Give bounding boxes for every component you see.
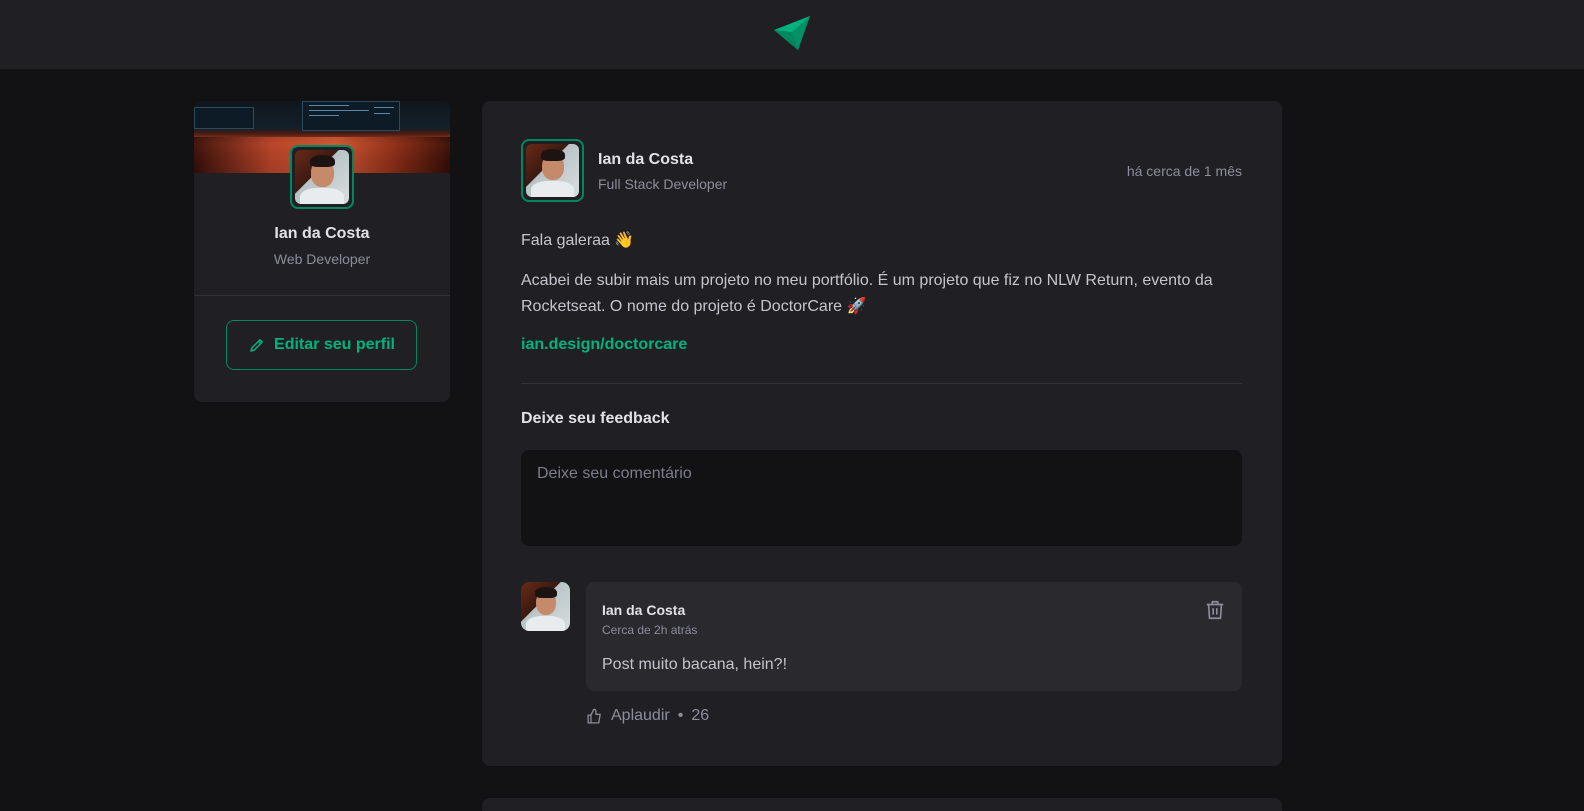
logo-icon (774, 15, 810, 50)
next-post-card (482, 798, 1282, 811)
post-card: Ian da Costa Full Stack Developer há cer… (482, 101, 1282, 766)
comment-text: Post muito bacana, hein?! (602, 656, 788, 673)
profile-role: Web Developer (273, 251, 371, 267)
comment-box: Ian da Costa Cerca de 2h atrás Post muit… (586, 582, 1242, 691)
post-body: Acabei de subir mais um projeto no meu p… (521, 272, 1213, 315)
thumbs-up-icon (587, 708, 601, 724)
post-author-role: Full Stack Developer (598, 176, 728, 192)
profile-avatar (290, 145, 354, 209)
post-author-avatar[interactable] (521, 139, 584, 202)
post-divider (521, 383, 1242, 384)
post-timestamp: há cerca de 1 mês (1126, 163, 1242, 179)
edit-profile-label: Editar seu perfil (274, 336, 395, 353)
profile-name: Ian da Costa (274, 225, 370, 242)
comment-input[interactable] (521, 450, 1242, 546)
applaud-count: 26 (691, 707, 710, 724)
edit-profile-button[interactable]: Editar seu perfil (226, 320, 417, 370)
applaud-label: Aplaudir (611, 707, 670, 724)
applaud-button[interactable]: Aplaudir • 26 (586, 707, 709, 725)
comment-author-avatar[interactable] (521, 582, 570, 631)
pencil-icon (250, 339, 264, 352)
top-header (0, 0, 1584, 69)
comment-author-name: Ian da Costa (602, 602, 686, 618)
post-link[interactable]: ian.design/doctorcare (521, 336, 687, 354)
applaud-separator: • (677, 707, 684, 724)
feedback-title: Deixe seu feedback (521, 410, 670, 427)
profile-sidebar: Ian da Costa Web Developer Editar seu pe… (194, 101, 450, 402)
comment-timestamp: Cerca de 2h atrás (602, 623, 698, 637)
post-greeting: Fala galeraa 👋 (521, 232, 635, 249)
post-author-name: Ian da Costa (598, 151, 694, 168)
trash-icon[interactable] (1204, 599, 1226, 621)
sidebar-divider (194, 295, 450, 296)
